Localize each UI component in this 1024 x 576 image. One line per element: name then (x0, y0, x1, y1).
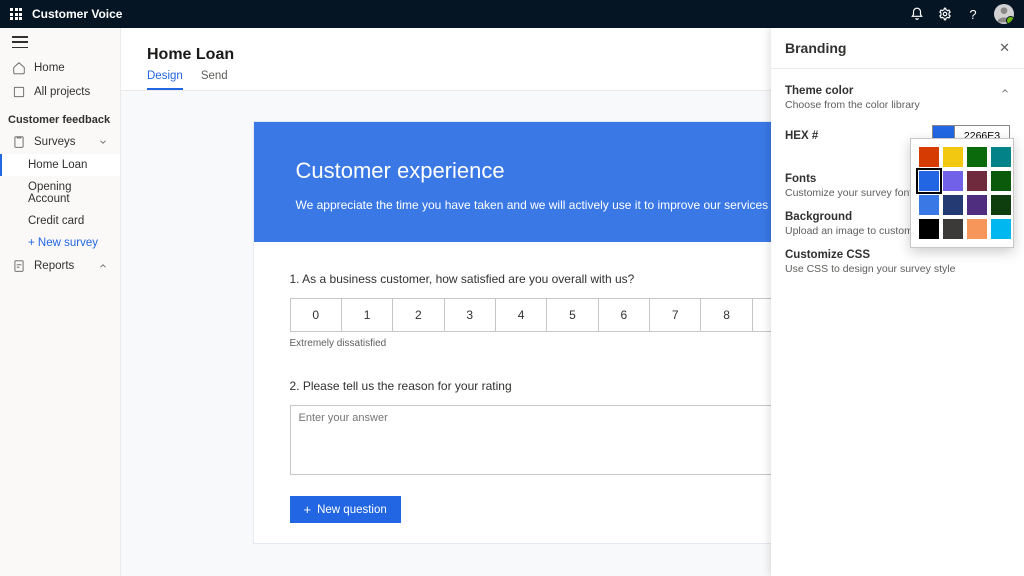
branding-panel: Branding ✕ Theme color Choose from the c… (771, 28, 1024, 576)
rating-7[interactable]: 7 (650, 299, 701, 331)
rating-8[interactable]: 8 (701, 299, 752, 331)
color-swatch[interactable] (943, 171, 963, 191)
nav-all-projects-label: All projects (34, 86, 90, 98)
color-swatch[interactable] (919, 147, 939, 167)
rating-4[interactable]: 4 (496, 299, 547, 331)
css-title: Customize CSS (785, 249, 955, 261)
chevron-up-icon (98, 261, 108, 271)
survey-subtitle: We appreciate the time you have taken an… (296, 198, 850, 212)
nav-all-projects[interactable]: All projects (0, 80, 120, 104)
new-question-label: New question (317, 504, 387, 516)
avatar[interactable] (994, 4, 1014, 24)
tree-reports-label: Reports (34, 260, 74, 272)
color-swatch[interactable] (991, 195, 1011, 215)
rating-2[interactable]: 2 (393, 299, 444, 331)
rating-3[interactable]: 3 (445, 299, 496, 331)
gear-icon[interactable] (938, 7, 952, 21)
color-swatch[interactable] (967, 219, 987, 239)
help-icon[interactable]: ? (966, 7, 980, 21)
nav-home[interactable]: Home (0, 56, 120, 80)
color-swatch[interactable] (991, 147, 1011, 167)
sidebar-item-opening-account[interactable]: Opening Account (0, 176, 120, 210)
main-area: Home Loan Design Send Customer experienc… (121, 28, 1024, 576)
color-swatch[interactable] (943, 219, 963, 239)
color-swatch[interactable] (967, 195, 987, 215)
color-swatch[interactable] (991, 219, 1011, 239)
rating-1[interactable]: 1 (342, 299, 393, 331)
color-grid (919, 147, 1005, 239)
home-icon (12, 61, 26, 75)
tree-reports[interactable]: Reports (0, 254, 120, 278)
new-question-button[interactable]: + New question (290, 496, 401, 523)
css-sub: Use CSS to design your survey style (785, 263, 955, 275)
color-swatch[interactable] (919, 171, 939, 191)
sidebar-item-home-loan[interactable]: Home Loan (0, 154, 120, 176)
color-popover (910, 138, 1014, 248)
tab-send[interactable]: Send (201, 70, 228, 90)
app-launcher-icon[interactable] (10, 8, 22, 20)
sidebar-new-survey[interactable]: + New survey (0, 232, 120, 254)
panel-title: Branding (785, 40, 846, 56)
rating-6[interactable]: 6 (599, 299, 650, 331)
color-swatch[interactable] (919, 219, 939, 239)
reports-icon (12, 259, 26, 273)
chevron-up-icon (1000, 85, 1010, 95)
survey-title: Customer experience (296, 158, 850, 184)
section-theme-color[interactable]: Theme color Choose from the color librar… (785, 79, 1010, 117)
color-swatch[interactable] (967, 171, 987, 191)
projects-icon (12, 85, 26, 99)
color-swatch[interactable] (967, 147, 987, 167)
color-swatch[interactable] (919, 195, 939, 215)
close-icon[interactable]: ✕ (999, 40, 1010, 56)
bell-icon[interactable] (910, 7, 924, 21)
surveys-icon (12, 135, 26, 149)
rating-0[interactable]: 0 (291, 299, 342, 331)
theme-color-title: Theme color (785, 85, 920, 97)
section-label: Customer feedback (0, 104, 120, 130)
plus-icon: + (304, 503, 312, 516)
app-name: Customer Voice (32, 7, 122, 21)
color-swatch[interactable] (943, 147, 963, 167)
rating-low-label: Extremely dissatisfied (290, 338, 387, 349)
section-css[interactable]: Customize CSS Use CSS to design your sur… (785, 243, 1010, 281)
color-swatch[interactable] (943, 195, 963, 215)
hamburger-icon[interactable] (12, 36, 28, 48)
fonts-sub: Customize your survey fonts (785, 187, 917, 199)
top-bar: Customer Voice ? (0, 0, 1024, 28)
rating-5[interactable]: 5 (547, 299, 598, 331)
chevron-down-icon (98, 137, 108, 147)
tree-surveys-label: Surveys (34, 136, 76, 148)
hex-label: HEX # (785, 130, 818, 142)
sidebar-item-credit-card[interactable]: Credit card (0, 210, 120, 232)
tree-surveys[interactable]: Surveys (0, 130, 120, 154)
color-swatch[interactable] (991, 171, 1011, 191)
tab-design[interactable]: Design (147, 70, 183, 90)
nav-home-label: Home (34, 62, 65, 74)
fonts-title: Fonts (785, 173, 917, 185)
sidebar: Home All projects Customer feedback Surv… (0, 28, 121, 576)
theme-color-sub: Choose from the color library (785, 99, 920, 111)
